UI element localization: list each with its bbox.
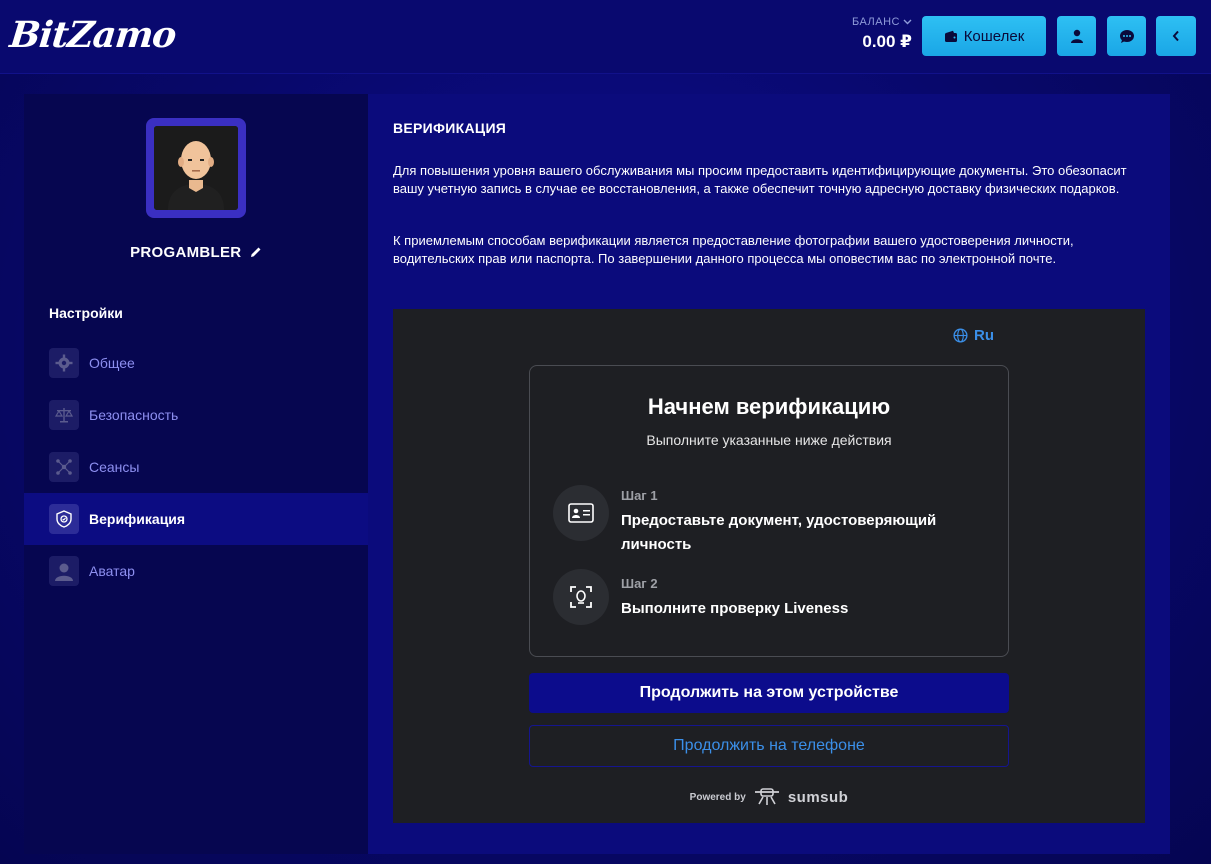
step-1-text: Предоставьте документ, удостоверяющий ли… [621, 512, 937, 553]
step-1-badge [553, 485, 609, 541]
user-icon [1070, 29, 1083, 43]
shield-icon [56, 510, 72, 528]
scales-icon [55, 408, 73, 423]
powered-by-footer: Powered by sumsub [393, 788, 1145, 806]
settings-heading: Настройки [49, 305, 123, 321]
top-header: BitZamo БАЛАНС 0.00 ₽ Кошелек [0, 0, 1211, 74]
step-2-label: Шаг 2 [621, 576, 658, 591]
sidebar-item-label: Сеансы [89, 459, 140, 475]
step-2-badge [553, 569, 609, 625]
description-paragraph-2: К приемлемым способам верификации являет… [393, 233, 1074, 266]
balance-label: БАЛАНС [852, 16, 900, 28]
verification-panel: ВЕРИФИКАЦИЯ Для повышения уровня вашего … [368, 94, 1170, 854]
gear-icon [55, 354, 73, 372]
chat-icon [1119, 29, 1134, 43]
sumsub-brand: sumsub [787, 788, 849, 806]
username: PROGAMBLER [130, 244, 242, 261]
continue-on-device-button[interactable]: Продолжить на этом устройстве [529, 673, 1009, 713]
sidebar-item-verification[interactable]: Верификация [24, 493, 368, 545]
language-label: Ru [974, 327, 994, 344]
chevron-left-icon [1172, 30, 1179, 42]
continue-on-phone-button[interactable]: Продолжить на телефоне [529, 725, 1009, 767]
avatar[interactable] [146, 118, 246, 218]
id-card-icon [568, 503, 594, 523]
wallet-button[interactable]: Кошелек [922, 16, 1046, 56]
site-logo[interactable]: BitZamo [8, 14, 178, 56]
page-title: ВЕРИФИКАЦИЯ [393, 120, 507, 136]
sidebar-item-label: Общее [89, 355, 135, 371]
settings-sidebar: PROGAMBLER Настройки Общее Безопасность … [24, 94, 368, 854]
powered-by-label: Powered by [689, 791, 746, 803]
sidebar-item-label: Безопасность [89, 407, 179, 423]
step-1-label: Шаг 1 [621, 488, 658, 503]
description-paragraph-1: Для повышения уровня вашего обслуживания… [393, 163, 1127, 196]
profile-button[interactable] [1057, 16, 1096, 56]
edit-pencil-icon[interactable] [250, 246, 262, 258]
username-row: PROGAMBLER [24, 244, 368, 261]
sumsub-widget: Ru Начнем верификацию Выполните указанны… [393, 309, 1145, 823]
card-title: Начнем верификацию [647, 394, 891, 419]
sidebar-item-general[interactable]: Общее [24, 337, 368, 389]
face-scan-icon [570, 586, 592, 608]
balance-value: 0.00 ₽ [862, 32, 912, 51]
sumsub-logo-icon [754, 788, 779, 805]
sidebar-item-security[interactable]: Безопасность [24, 389, 368, 441]
language-selector[interactable]: Ru [953, 327, 994, 344]
card-subtitle: Выполните указанные ниже действия [646, 432, 892, 448]
network-icon [56, 459, 72, 475]
sidebar-item-avatar[interactable]: Аватар [24, 545, 368, 597]
sidebar-item-sessions[interactable]: Сеансы [24, 441, 368, 493]
chevron-down-icon [903, 19, 912, 25]
avatar-image [154, 126, 238, 210]
globe-icon [953, 328, 968, 343]
balance-widget[interactable]: БАЛАНС 0.00 ₽ [840, 16, 912, 52]
step-2-text: Выполните проверку Liveness [621, 600, 849, 617]
sidebar-item-label: Аватар [89, 563, 135, 579]
verification-steps-card: Начнем верификацию Выполните указанные н… [529, 365, 1009, 657]
collapse-button[interactable] [1156, 16, 1196, 56]
wallet-icon [944, 30, 957, 42]
chat-button[interactable] [1107, 16, 1146, 56]
wallet-label: Кошелек [963, 27, 1025, 45]
avatar-icon [55, 563, 73, 581]
sidebar-item-label: Верификация [89, 511, 186, 527]
